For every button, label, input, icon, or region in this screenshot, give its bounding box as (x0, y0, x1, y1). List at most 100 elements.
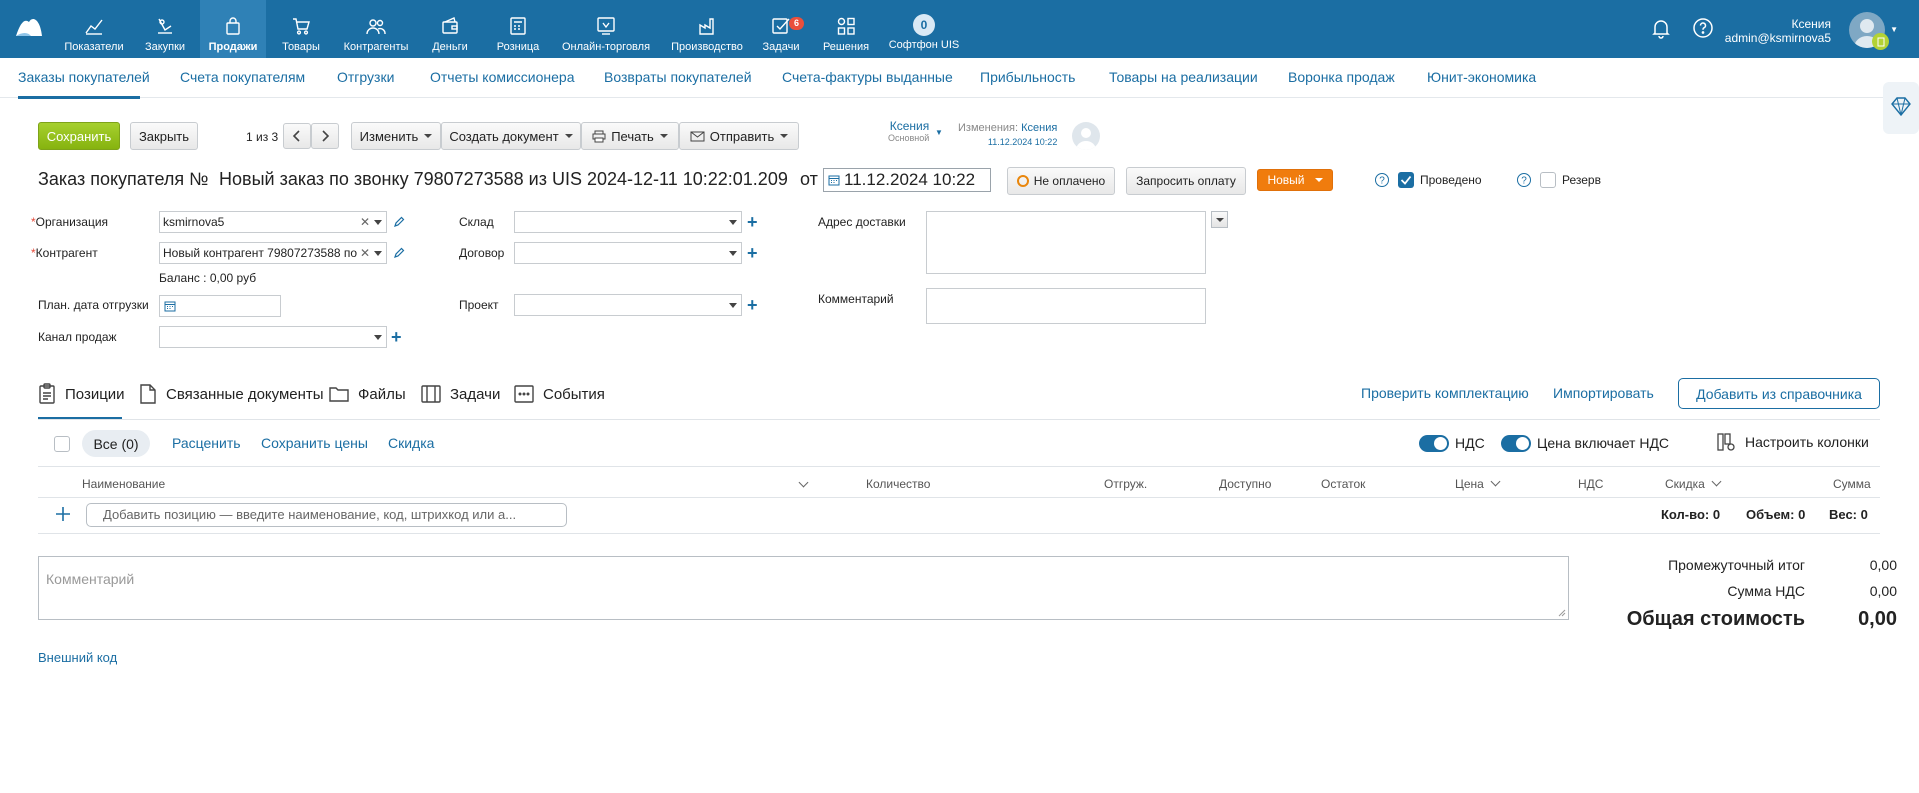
tab-linked-documents[interactable]: Связанные документы (138, 383, 324, 405)
configure-columns-button[interactable]: Настроить колонки (1716, 432, 1869, 452)
column-header-quantity[interactable]: Количество (866, 477, 930, 491)
column-header-remaining[interactable]: Остаток (1321, 477, 1365, 491)
edit-contractor-pencil-icon[interactable] (393, 247, 405, 259)
check-kit-link[interactable]: Проверить комплектацию (1361, 385, 1529, 401)
edit-organization-pencil-icon[interactable] (393, 216, 405, 228)
import-link[interactable]: Импортировать (1553, 385, 1654, 401)
nav-item-contractors[interactable]: Контрагенты (336, 0, 416, 58)
subnav-profitability[interactable]: Прибыльность (980, 69, 1075, 85)
contractor-select[interactable]: Новый контрагент 79807273588 по ✕ (159, 242, 387, 264)
subnav-consignment-goods[interactable]: Товары на реализации (1109, 69, 1258, 85)
column-header-discount[interactable]: Скидка (1665, 476, 1722, 491)
subnav-issued-invoices[interactable]: Счета-фактуры выданные (782, 69, 953, 85)
project-select[interactable] (514, 294, 742, 316)
contract-select[interactable] (514, 242, 742, 264)
document-date-input[interactable]: 11.12.2024 10:22 (823, 168, 991, 192)
resize-handle-icon[interactable] (1558, 609, 1566, 617)
add-from-catalog-button[interactable]: Добавить из справочника (1678, 378, 1880, 409)
add-warehouse-plus-icon[interactable]: + (747, 213, 758, 231)
add-sales-channel-plus-icon[interactable]: + (391, 328, 402, 346)
change-dropdown-button[interactable]: Изменить (351, 122, 441, 150)
vat-toggle[interactable] (1419, 435, 1449, 452)
column-header-available[interactable]: Доступно (1219, 477, 1271, 491)
price-includes-vat-toggle[interactable] (1501, 435, 1531, 452)
save-prices-link[interactable]: Сохранить цены (261, 435, 368, 451)
organization-select[interactable]: ksmirnova5 ✕ (159, 211, 387, 233)
nav-label: Продажи (208, 41, 258, 53)
help-icon[interactable] (1692, 17, 1714, 39)
folder-icon (329, 387, 349, 402)
reserve-help-icon[interactable]: ? (1516, 172, 1532, 188)
column-header-name[interactable]: Наименование (82, 477, 165, 491)
subnav-sales-funnel[interactable]: Воронка продаж (1288, 69, 1395, 85)
nav-item-retail[interactable]: Розница (484, 0, 552, 58)
nav-item-solutions[interactable]: Решения (818, 0, 874, 58)
save-button[interactable]: Сохранить (38, 122, 120, 150)
posted-checkbox[interactable] (1398, 172, 1414, 188)
app-logo-icon[interactable] (14, 14, 44, 40)
user-info[interactable]: Ксения admin@ksmirnova5 (1725, 17, 1831, 45)
owner-selector[interactable]: Ксения Основной (888, 120, 929, 144)
reprice-link[interactable]: Расценить (172, 435, 241, 451)
add-position-input[interactable]: Добавить позицию — введите наименование,… (86, 503, 567, 527)
subnav-customer-returns[interactable]: Возвраты покупателей (604, 69, 752, 85)
posted-help-icon[interactable]: ? (1374, 172, 1390, 188)
external-code-link[interactable]: Внешний код (38, 650, 117, 665)
clear-icon[interactable]: ✕ (357, 243, 370, 263)
nav-item-money[interactable]: Деньги (422, 0, 478, 58)
prev-doc-button[interactable] (283, 123, 311, 149)
subnav-commission-reports[interactable]: Отчеты комиссионера (430, 69, 575, 85)
document-title-name[interactable]: Новый заказ по звонку 79807273588 из UIS… (219, 169, 788, 190)
add-position-plus-icon[interactable] (54, 505, 72, 523)
nav-item-goods[interactable]: Товары (272, 0, 330, 58)
add-contract-plus-icon[interactable]: + (747, 244, 758, 262)
nav-item-online-trade[interactable]: Онлайн-торговля (558, 0, 654, 58)
subnav-customer-invoices[interactable]: Счета покупателям (180, 69, 305, 85)
subnav-customer-orders[interactable]: Заказы покупателей (18, 69, 150, 85)
request-payment-button[interactable]: Запросить оплату (1126, 167, 1246, 195)
diamond-side-icon[interactable] (1879, 82, 1919, 134)
column-header-shipped[interactable]: Отгруж. (1104, 477, 1147, 491)
order-comment-textarea[interactable]: Комментарий (38, 556, 1569, 620)
name-column-chevron-icon[interactable] (798, 477, 809, 488)
owner-caret-icon[interactable]: ▼ (935, 128, 943, 137)
payment-status-button[interactable]: Не оплачено (1007, 167, 1115, 195)
clear-icon[interactable]: ✕ (360, 212, 370, 232)
tab-positions[interactable]: Позиции (37, 383, 125, 405)
create-document-dropdown-button[interactable]: Создать документ (441, 122, 581, 150)
next-doc-button[interactable] (311, 123, 339, 149)
status-dropdown-button[interactable]: Новый (1257, 169, 1333, 191)
caret-down-icon (1216, 218, 1224, 222)
subnav-unit-economics[interactable]: Юнит-экономика (1427, 69, 1536, 85)
column-header-sum[interactable]: Сумма (1833, 477, 1871, 491)
tab-files[interactable]: Файлы (328, 383, 406, 405)
nav-item-purchases[interactable]: Закупки (136, 0, 194, 58)
discount-link[interactable]: Скидка (388, 435, 434, 451)
sales-channel-select[interactable] (159, 326, 387, 348)
print-dropdown-button[interactable]: Печать (581, 122, 679, 150)
column-header-vat[interactable]: НДС (1578, 477, 1603, 491)
nav-item-sales[interactable]: Продажи (200, 0, 266, 58)
filter-all-pill[interactable]: Все (0) (82, 430, 150, 457)
close-button[interactable]: Закрыть (130, 122, 198, 150)
changes-user[interactable]: Ксения (1021, 122, 1057, 134)
nav-item-indicators[interactable]: Показатели (58, 0, 130, 58)
address-expand-button[interactable] (1211, 211, 1228, 228)
comment-input[interactable] (926, 288, 1206, 324)
user-menu-caret-icon[interactable]: ▼ (1890, 25, 1898, 34)
tab-events[interactable]: События (513, 383, 605, 405)
tab-tasks[interactable]: Задачи (420, 383, 500, 405)
nav-item-production[interactable]: Производство (660, 0, 754, 58)
bell-icon[interactable] (1650, 17, 1672, 39)
add-project-plus-icon[interactable]: + (747, 296, 758, 314)
subnav-shipments[interactable]: Отгрузки (337, 69, 394, 85)
column-header-price[interactable]: Цена (1455, 476, 1501, 491)
delivery-address-input[interactable] (926, 211, 1206, 274)
nav-item-tasks[interactable]: Задачи 6 (756, 0, 806, 58)
warehouse-select[interactable] (514, 211, 742, 233)
ship-date-input[interactable] (159, 295, 281, 317)
send-dropdown-button[interactable]: Отправить (679, 122, 799, 150)
reserve-checkbox[interactable] (1540, 172, 1556, 188)
select-all-checkbox[interactable] (54, 436, 70, 452)
nav-item-softphone[interactable]: 0 Софтфон UIS (884, 0, 964, 58)
